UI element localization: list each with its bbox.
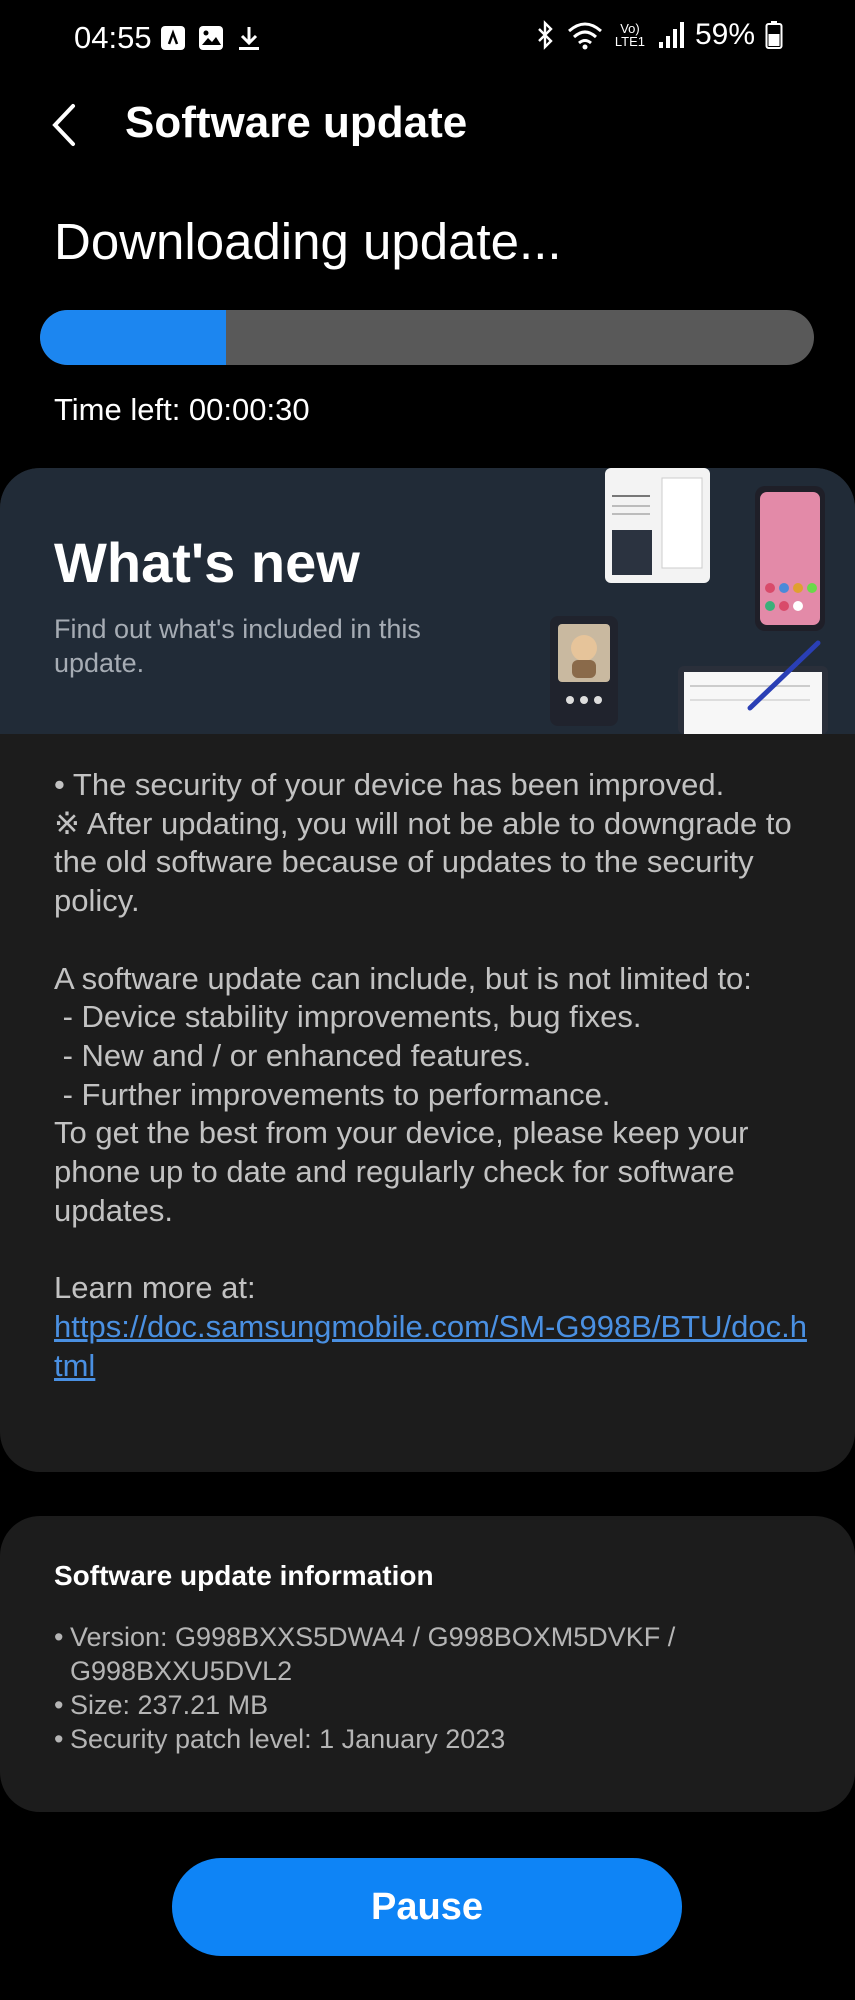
pink-phone-illustration [755, 486, 825, 631]
status-time: 04:55 [74, 20, 152, 55]
system-icons: Vo) LTE1 59% [533, 18, 783, 52]
bluetooth-icon [538, 20, 553, 50]
whats-new-subtitle: Find out what's included in this update. [54, 614, 421, 678]
note-line: • The security of your device has been i… [54, 767, 725, 802]
release-notes: • The security of your device has been i… [54, 766, 814, 1385]
size-text: Size: 237.21 MB [70, 1690, 269, 1720]
notification-icons [160, 24, 262, 52]
security-patch-text: Security patch level: 1 January 2023 [70, 1724, 506, 1754]
whats-new-heading: What's new [54, 531, 360, 594]
media-icon [161, 26, 185, 50]
back-button[interactable] [34, 92, 94, 158]
note-line: - New and / or enhanced features. [54, 1037, 532, 1073]
image-icon [199, 26, 223, 50]
status-bar: 04:55 Vo) LTE1 59% [0, 0, 855, 80]
note-line: To get the best from your device, please… [54, 1115, 749, 1228]
download-progress-fill [40, 310, 226, 365]
update-info-card: Software update information • Version: G… [0, 1516, 855, 1812]
app-header: Software update [0, 80, 855, 170]
pause-button[interactable]: Pause [172, 1858, 682, 1956]
download-status-title: Downloading update... [54, 213, 562, 270]
update-info-list: • Version: G998BXXS5DWA4 / G998BOXM5DVKF… [54, 1620, 814, 1756]
whats-new-banner: What's new Find out what's included in t… [0, 468, 855, 734]
list-item: • Size: 237.21 MB [54, 1690, 269, 1720]
learn-more-link[interactable]: https://doc.samsungmobile.com/SM-G998B/B… [54, 1309, 807, 1383]
foldable-phone-illustration [605, 468, 710, 583]
version-text: Version: G998BXXS5DWA4 / G998BOXM5DVKF /… [70, 1622, 676, 1686]
chevron-left-icon [52, 104, 75, 146]
list-item: • Security patch level: 1 January 2023 [54, 1724, 506, 1754]
tablet-illustration [678, 640, 828, 734]
note-line: - Further improvements to performance. [54, 1076, 611, 1112]
battery-percent: 59% [694, 18, 755, 51]
download-progress-bar [40, 310, 814, 365]
battery-icon [765, 21, 783, 49]
list-item: • Version: G998BXXS5DWA4 / G998BOXM5DVKF… [54, 1620, 814, 1688]
signal-icon [658, 22, 684, 48]
whats-new-card: What's new Find out what's included in t… [0, 468, 855, 1472]
note-line: A software update can include, but is no… [54, 960, 752, 996]
learn-more-label: Learn more at: [54, 1270, 256, 1306]
devices-illustration [550, 468, 828, 734]
volte-icon: Vo) LTE1 [614, 21, 645, 49]
update-info-title: Software update information [54, 1560, 434, 1591]
download-icon [239, 27, 259, 50]
page-title: Software update [125, 98, 468, 147]
wifi-icon [567, 22, 602, 50]
time-left-label: Time left: 00:00:30 [54, 392, 310, 427]
note-line: - Device stability improvements, bug fix… [54, 999, 642, 1035]
note-line: ※ After updating, you will not be able t… [54, 805, 792, 919]
flip-phone-illustration [550, 616, 618, 726]
